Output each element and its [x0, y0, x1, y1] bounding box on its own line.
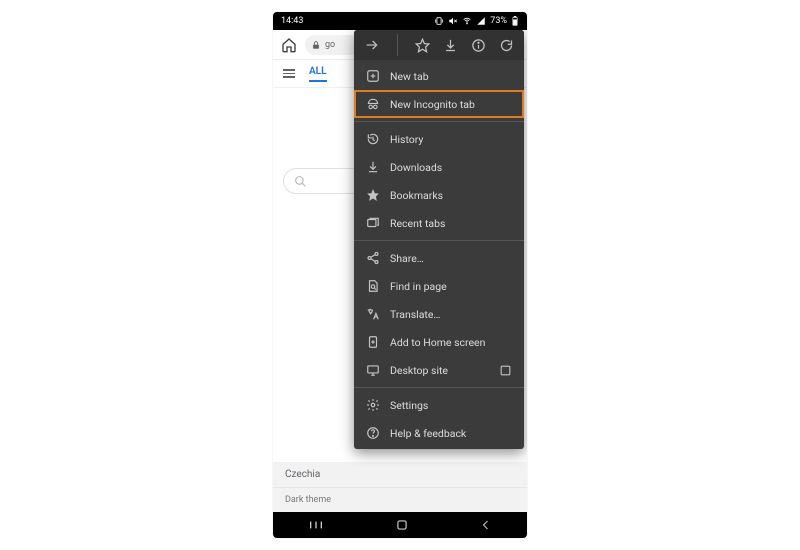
volume-mute-icon — [448, 16, 458, 26]
footer-country: Czechia — [273, 462, 527, 488]
menu-label: Settings — [390, 399, 512, 412]
menu-label: Find in page — [390, 280, 512, 293]
overflow-menu: New tab New Incognito tab History Downlo… — [354, 30, 524, 449]
menu-item-share[interactable]: Share… — [354, 244, 524, 272]
menu-item-incognito[interactable]: New Incognito tab — [354, 90, 524, 118]
menu-item-bookmarks[interactable]: Bookmarks — [354, 181, 524, 209]
add-home-icon — [366, 335, 380, 349]
help-icon — [366, 426, 380, 440]
menu-item-recent-tabs[interactable]: Recent tabs — [354, 209, 524, 237]
star-icon[interactable] — [415, 38, 430, 53]
incognito-icon — [366, 97, 380, 111]
menu-label: Help & feedback — [390, 427, 512, 440]
menu-item-desktop-site[interactable]: Desktop site — [354, 356, 524, 384]
menu-item-find-in-page[interactable]: Find in page — [354, 272, 524, 300]
download-icon — [366, 160, 380, 174]
page-footer: Czechia Dark theme — [273, 462, 527, 512]
menu-label: Bookmarks — [390, 189, 512, 202]
hamburger-icon[interactable] — [283, 69, 295, 78]
gear-icon — [366, 398, 380, 412]
find-in-page-icon — [366, 279, 380, 293]
menu-label: Share… — [390, 252, 512, 265]
menu-label: New tab — [390, 70, 512, 83]
menu-label: Downloads — [390, 161, 512, 174]
url-text: go — [325, 40, 335, 50]
tab-all[interactable]: ALL — [309, 66, 327, 82]
desktop-icon — [366, 363, 380, 377]
menu-item-translate[interactable]: Translate… — [354, 300, 524, 328]
share-icon — [366, 251, 380, 265]
menu-item-downloads[interactable]: Downloads — [354, 153, 524, 181]
info-icon[interactable] — [471, 38, 486, 53]
download-icon[interactable] — [443, 38, 458, 53]
checkbox-icon[interactable] — [499, 364, 512, 377]
menu-items: New tab New Incognito tab History Downlo… — [354, 60, 524, 449]
wifi-icon — [462, 16, 472, 26]
menu-separator — [397, 34, 398, 56]
menu-label: Translate… — [390, 308, 512, 321]
signal-icon — [476, 16, 486, 26]
recent-tabs-icon — [366, 216, 380, 230]
lock-icon — [311, 40, 321, 50]
menu-label: New Incognito tab — [390, 98, 512, 111]
menu-item-help[interactable]: Help & feedback — [354, 419, 524, 447]
menu-item-history[interactable]: History — [354, 125, 524, 153]
menu-label: Recent tabs — [390, 217, 512, 230]
status-time: 14:43 — [281, 16, 303, 26]
menu-label: Add to Home screen — [390, 336, 512, 349]
status-bar: 14:43 73% — [273, 12, 527, 30]
history-icon — [366, 132, 380, 146]
star-icon — [366, 188, 380, 202]
menu-item-settings[interactable]: Settings — [354, 391, 524, 419]
menu-label: Desktop site — [390, 364, 489, 377]
footer-theme: Dark theme — [273, 488, 527, 512]
status-battery: 73% — [490, 16, 507, 26]
home-icon[interactable] — [281, 37, 297, 53]
search-icon — [294, 175, 307, 188]
reload-icon[interactable] — [499, 38, 514, 53]
phone-frame: 14:43 73% go ALL Czechia Dark theme — [273, 12, 527, 538]
vibrate-icon — [434, 16, 444, 26]
battery-icon — [511, 16, 519, 26]
android-navbar — [273, 512, 527, 538]
home-button[interactable] — [395, 518, 409, 532]
menu-toolbar — [354, 30, 524, 60]
menu-item-new-tab[interactable]: New tab — [354, 62, 524, 90]
menu-label: History — [390, 133, 512, 146]
translate-icon — [366, 307, 380, 321]
plus-box-icon — [366, 69, 380, 83]
recents-button[interactable] — [308, 519, 324, 531]
menu-divider — [354, 387, 524, 388]
menu-item-add-home[interactable]: Add to Home screen — [354, 328, 524, 356]
back-button[interactable] — [480, 519, 492, 531]
status-right: 73% — [434, 16, 519, 26]
menu-divider — [354, 121, 524, 122]
forward-icon[interactable] — [364, 37, 380, 53]
menu-divider — [354, 240, 524, 241]
